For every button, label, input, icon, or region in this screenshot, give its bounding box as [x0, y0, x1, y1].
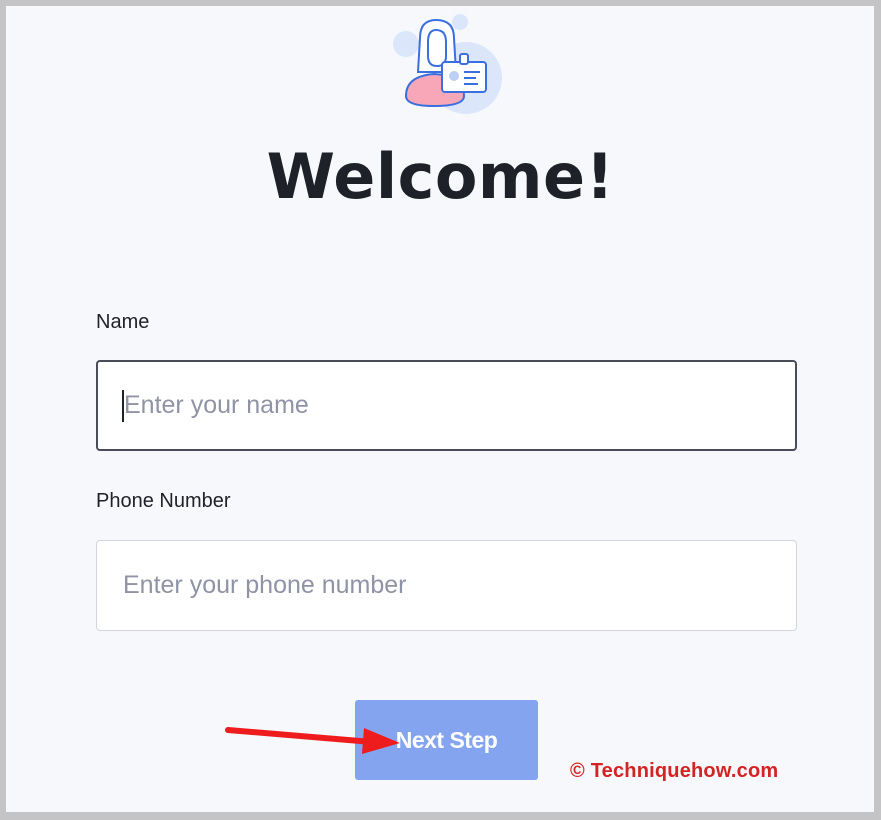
red-arrow-icon — [225, 727, 400, 754]
name-input[interactable] — [96, 360, 797, 451]
text-caret — [122, 390, 124, 422]
phone-number-label: Phone Number — [96, 490, 231, 512]
name-label: Name — [96, 311, 150, 333]
watermark: © Techniquehow.com — [570, 760, 779, 782]
page-title: Welcome! — [266, 140, 615, 213]
phone-number-input[interactable] — [96, 540, 797, 631]
woman-id-card-icon — [393, 14, 502, 114]
